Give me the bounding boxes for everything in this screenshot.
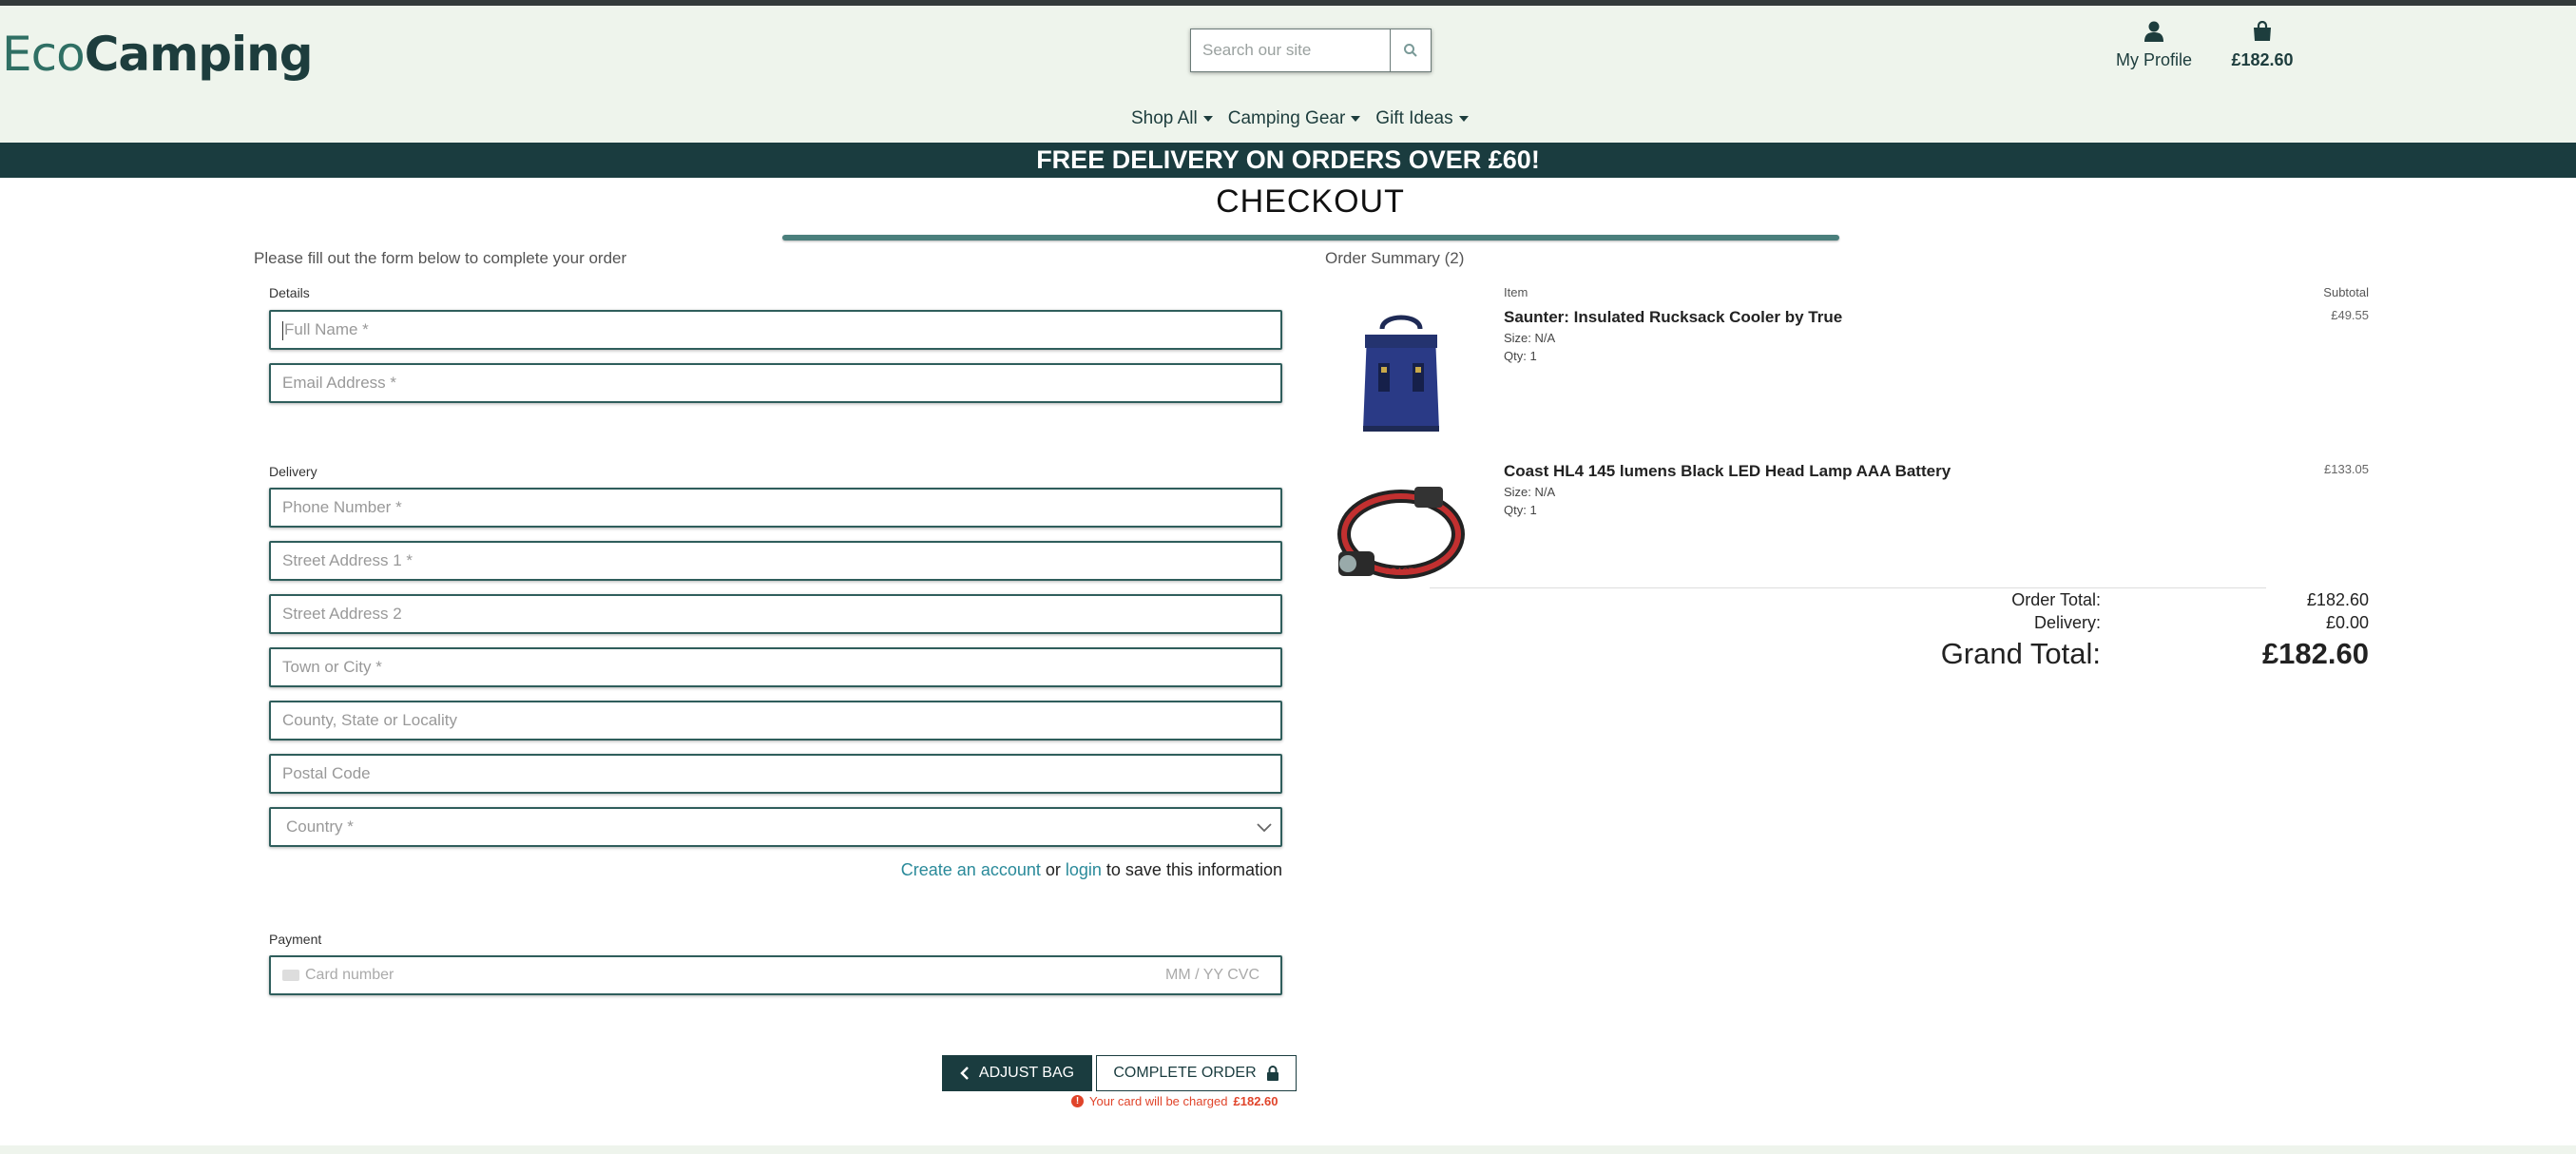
nav-gift-ideas[interactable]: Gift Ideas <box>1375 108 1469 129</box>
rucksack-cooler-image[interactable] <box>1335 308 1468 441</box>
street1-placeholder: Street Address 1 * <box>282 551 413 569</box>
country-select[interactable]: Country * <box>269 807 1282 847</box>
details-label: Details <box>269 285 310 300</box>
profile-link[interactable]: My Profile <box>2112 21 2196 70</box>
search-bar <box>1190 29 1432 72</box>
county-placeholder: County, State or Locality <box>282 711 457 729</box>
bag-total: £182.60 <box>2231 50 2294 69</box>
create-account-link[interactable]: Create an account <box>901 860 1041 879</box>
nav-label: Gift Ideas <box>1375 108 1453 128</box>
street-address-2-field[interactable]: Street Address 2 <box>269 594 1282 634</box>
logo-camping: Camping <box>84 27 314 82</box>
search-input[interactable] <box>1190 29 1390 72</box>
head-lamp-image[interactable]: COAST <box>1335 468 1468 601</box>
item-subtotal: £49.55 <box>2331 308 2369 322</box>
form-intro: Please fill out the form below to comple… <box>254 249 627 267</box>
account-prompt: Create an account or login to save this … <box>896 860 1282 880</box>
nav-shop-all[interactable]: Shop All <box>1131 108 1213 129</box>
caret-down-icon <box>1458 116 1469 122</box>
town-placeholder: Town or City * <box>282 658 382 676</box>
caret-down-icon <box>1351 116 1361 122</box>
title-divider <box>782 235 1839 240</box>
site-logo[interactable]: EcoCamping <box>2 27 314 82</box>
search-icon <box>1404 44 1417 57</box>
user-icon <box>2144 21 2163 42</box>
item-qty: Qty: 1 <box>1504 349 1537 363</box>
order-total-label: Order Total: <box>2011 590 2101 609</box>
card-number-placeholder: Card number <box>305 967 394 983</box>
adjust-bag-button[interactable]: ADJUST BAG <box>942 1055 1092 1091</box>
full-name-field[interactable]: Full Name * <box>269 310 1282 350</box>
street2-placeholder: Street Address 2 <box>282 605 402 623</box>
item-size: Size: N/A <box>1504 331 1556 345</box>
svg-text:COAST: COAST <box>1384 567 1414 576</box>
phone-placeholder: Phone Number * <box>282 498 402 516</box>
postcode-field[interactable]: Postal Code <box>269 754 1282 794</box>
nav-camping-gear[interactable]: Camping Gear <box>1228 108 1361 129</box>
page-title: CHECKOUT <box>1216 183 1405 220</box>
postcode-placeholder: Postal Code <box>282 764 371 782</box>
order-item: Saunter: Insulated Rucksack Cooler by Tr… <box>1335 308 2369 451</box>
item-qty: Qty: 1 <box>1504 503 1537 517</box>
bag-link[interactable]: £182.60 <box>2224 20 2300 70</box>
delivery-total-value: £0.00 <box>2325 613 2369 632</box>
site-footer <box>0 1145 2576 1154</box>
grand-total-value: £182.60 <box>2261 637 2369 670</box>
charge-text: Your card will be charged <box>1089 1094 1228 1108</box>
profile-label: My Profile <box>2115 50 2192 69</box>
warning-icon: ! <box>1071 1095 1084 1107</box>
caret-down-icon <box>1202 116 1213 122</box>
or-text: or <box>1040 860 1066 879</box>
charge-notice: ! Your card will be charged £182.60 <box>1071 1094 1278 1108</box>
phone-field[interactable]: Phone Number * <box>269 488 1282 528</box>
street-address-1-field[interactable]: Street Address 1 * <box>269 541 1282 581</box>
save-info-text: to save this information <box>1101 860 1282 879</box>
complete-order-button[interactable]: COMPLETE ORDER <box>1096 1055 1297 1091</box>
delivery-label: Delivery <box>269 464 317 479</box>
card-exp-cvc: MM / YY CVC <box>1165 967 1259 983</box>
item-column-header: Item <box>1504 285 1528 299</box>
email-placeholder: Email Address * <box>282 374 396 392</box>
order-total-value: £182.60 <box>2306 590 2369 609</box>
payment-label: Payment <box>269 932 322 947</box>
subtotal-column-header: Subtotal <box>2323 285 2369 299</box>
adjust-bag-label: ADJUST BAG <box>978 1065 1075 1081</box>
search-button[interactable] <box>1390 29 1432 72</box>
order-summary-heading: Order Summary (2) <box>1325 249 1465 267</box>
chevron-left-icon <box>960 1067 969 1080</box>
delivery-banner: FREE DELIVERY ON ORDERS OVER £60! <box>0 143 2576 178</box>
order-item: COAST Coast HL4 145 lumens Black LED Hea… <box>1335 462 2369 586</box>
summary-divider <box>1430 587 2266 588</box>
country-placeholder: Country * <box>286 817 354 836</box>
item-name: Saunter: Insulated Rucksack Cooler by Tr… <box>1504 308 1843 326</box>
delivery-total-label: Delivery: <box>2033 613 2101 632</box>
item-size: Size: N/A <box>1504 485 1556 499</box>
chevron-down-icon <box>1257 823 1272 833</box>
credit-card-icon <box>282 969 299 981</box>
card-number-field[interactable]: Card number MM / YY CVC <box>269 955 1282 995</box>
item-subtotal: £133.05 <box>2324 462 2369 476</box>
site-header: EcoCamping My Profile £182.60 Shop All C… <box>0 6 2576 143</box>
text-cursor <box>282 320 283 340</box>
shopping-bag-icon <box>2254 20 2271 41</box>
logo-eco: Eco <box>2 27 86 82</box>
nav-label: Camping Gear <box>1227 108 1346 128</box>
login-link[interactable]: login <box>1066 860 1102 879</box>
nav-label: Shop All <box>1131 108 1198 128</box>
complete-order-label: COMPLETE ORDER <box>1113 1065 1257 1081</box>
email-field[interactable]: Email Address * <box>269 363 1282 403</box>
county-field[interactable]: County, State or Locality <box>269 701 1282 740</box>
lock-icon <box>1266 1066 1278 1081</box>
charge-amount: £182.60 <box>1233 1094 1278 1108</box>
grand-total-label: Grand Total: <box>1940 637 2101 670</box>
town-field[interactable]: Town or City * <box>269 647 1282 687</box>
full-name-placeholder: Full Name * <box>284 320 369 338</box>
main-nav: Shop All Camping Gear Gift Ideas <box>1131 108 1469 129</box>
item-name: Coast HL4 145 lumens Black LED Head Lamp… <box>1504 462 1951 480</box>
